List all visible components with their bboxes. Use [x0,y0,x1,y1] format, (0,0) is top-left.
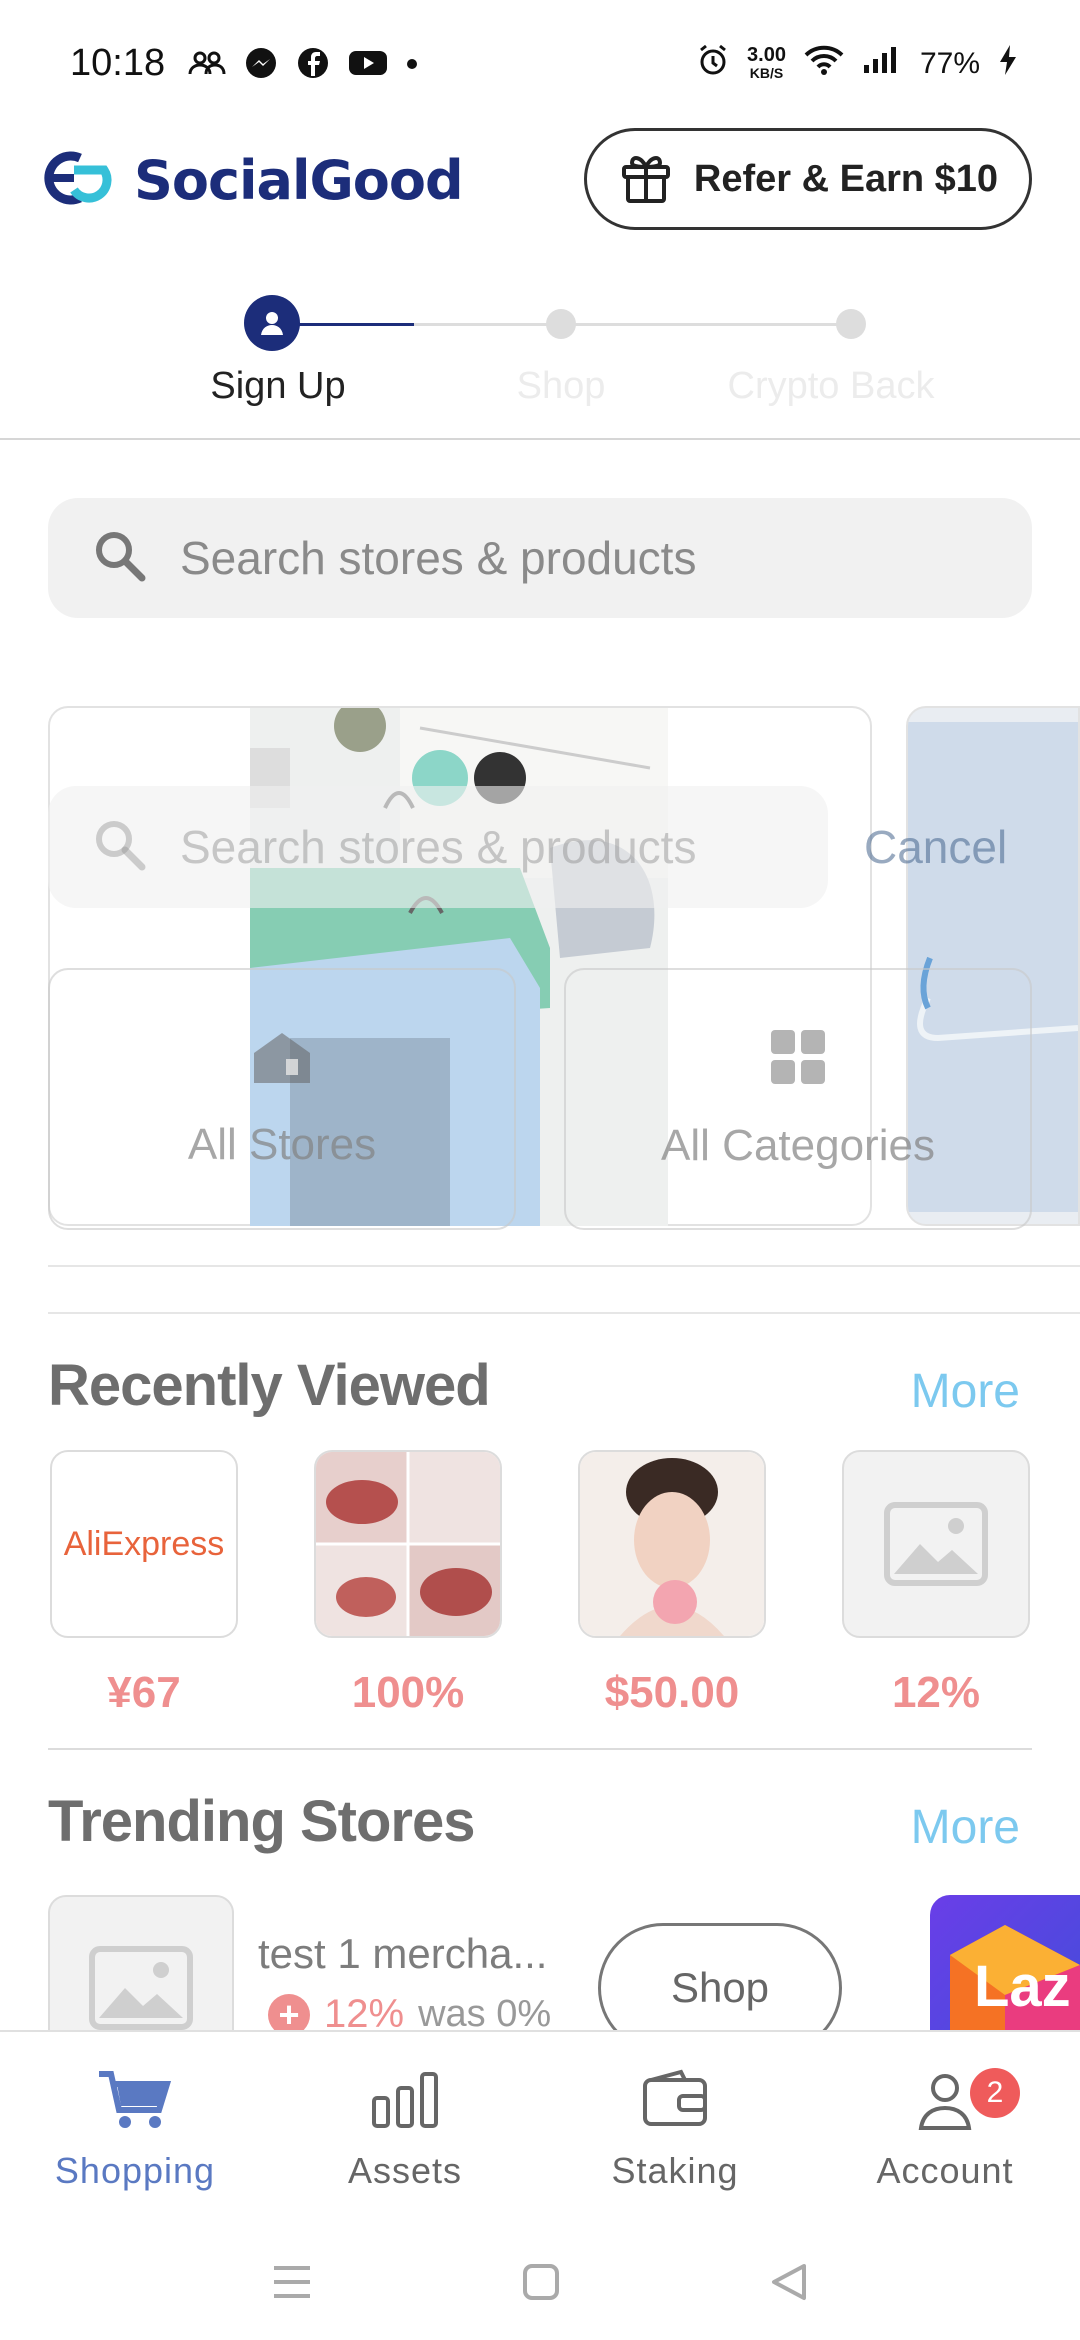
step-label-crypto: Crypto Back [727,365,935,407]
brand-logo[interactable]: SocialGood [40,148,464,213]
brand-name: SocialGood [134,149,464,212]
trending-stores-title: Trending Stores [48,1789,476,1854]
refer-earn-label: Refer & Earn $10 [693,157,999,200]
step-crypto-dot [836,309,866,339]
notification-icons [188,46,418,85]
system-navigation [0,2262,1080,2307]
step-signup-dot [244,295,300,351]
overlay-search-icon [90,815,150,880]
refer-earn-button[interactable]: Refer & Earn $10 [584,128,1032,230]
nav-account[interactable]: Account 2 [810,2068,1080,2192]
notification-badge: 2 [970,2068,1020,2118]
alarm-icon [697,44,729,84]
nav-assets[interactable]: Assets [270,2068,540,2192]
socialgood-logo-icon [40,148,114,213]
image-placeholder-icon [89,1946,193,2030]
search-input[interactable]: Search stores & products [180,531,696,585]
dot-icon [406,57,418,75]
recent-item-value: 100% [351,1668,465,1717]
bar-chart-icon [372,2072,438,2128]
search-icon [90,526,150,591]
cart-icon [99,2071,172,2128]
signal-icon [862,45,902,83]
overlay-divider-1 [48,1265,1080,1267]
facebook-icon [296,46,330,85]
recent-item[interactable]: AliExpress ¥67 [50,1450,238,1718]
nav-staking[interactable]: Staking [540,2068,810,2192]
recent-item-value: ¥67 [107,1668,181,1717]
onboarding-steps: Sign Up Shop Crypto Back [0,295,1080,440]
charging-icon [998,44,1018,84]
overlay-divider-2 [48,1312,1080,1314]
recently-viewed-title: Recently Viewed [48,1353,491,1418]
nav-shopping-label: Shopping [54,2150,216,2191]
step-label-signup: Sign Up [210,365,346,407]
section-divider [48,1748,1032,1750]
grid-icon [769,1028,827,1091]
all-stores-card[interactable]: All Stores [48,968,516,1230]
recent-item[interactable]: $50.00 [578,1450,766,1718]
status-bar: 10:18 3.00 KB/S 77% [0,0,1080,130]
bottom-navigation: Shopping Assets Staking Account 2 [0,2030,1080,2340]
system-status: 3.00 KB/S 77% [697,44,1018,84]
messenger-icon [244,46,278,85]
user-icon [261,312,283,335]
back-icon[interactable] [770,2262,808,2307]
store-icon [250,1029,314,1090]
step-line-inactive [414,323,852,326]
image-placeholder-icon [884,1502,988,1586]
lipstick-thumbnail[interactable] [314,1450,502,1638]
nav-staking-label: Staking [611,2150,739,2191]
group-icon [188,50,226,81]
network-speed: 3.00 KB/S [747,44,786,82]
status-time: 10:18 [70,42,166,84]
header-divider [0,438,1080,440]
step-shop-dot [546,309,576,339]
aliexpress-logo: AliExpress [63,1524,225,1563]
menu-icon[interactable] [272,2264,312,2305]
product-image [580,1452,764,1636]
battery-text: 77% [919,47,980,80]
recent-item-value: 12% [891,1668,981,1717]
network-speed-unit: KB/S [749,65,784,81]
placeholder-thumbnail[interactable] [842,1450,1030,1638]
aliexpress-thumbnail[interactable]: AliExpress [50,1450,238,1638]
recent-item[interactable]: 12% [842,1450,1030,1718]
wallet-icon [643,2069,707,2126]
all-categories-label: All Categories [661,1120,935,1170]
all-categories-card[interactable]: All Categories [564,968,1032,1230]
network-speed-value: 3.00 [747,44,786,66]
store-name[interactable]: test 1 mercha... [258,1930,547,1978]
overlay-search-bar: Search stores & products [48,786,828,908]
nav-assets-label: Assets [347,2150,463,2191]
product-image [316,1452,500,1636]
nav-shopping[interactable]: Shopping [0,2068,270,2192]
recent-item[interactable]: 100% [314,1450,502,1718]
all-stores-label: All Stores [187,1119,377,1169]
overlay-search-input: Search stores & products [180,821,697,873]
youtube-icon [348,49,388,82]
nav-account-label: Account [876,2150,1014,2191]
lazada-label: Laz [974,1954,1071,2019]
trending-stores-more-link[interactable]: More [911,1800,1020,1855]
home-icon[interactable] [522,2263,560,2306]
portrait-thumbnail[interactable] [578,1450,766,1638]
cancel-button[interactable]: Cancel [864,820,1007,874]
step-label-shop: Shop [516,365,606,407]
recently-viewed-more-link[interactable]: More [911,1364,1020,1419]
person-icon [918,2074,972,2130]
wifi-icon [804,45,844,83]
recent-item-value: $50.00 [604,1668,740,1717]
gift-icon [618,149,674,210]
search-bar[interactable]: Search stores & products [48,498,1032,618]
